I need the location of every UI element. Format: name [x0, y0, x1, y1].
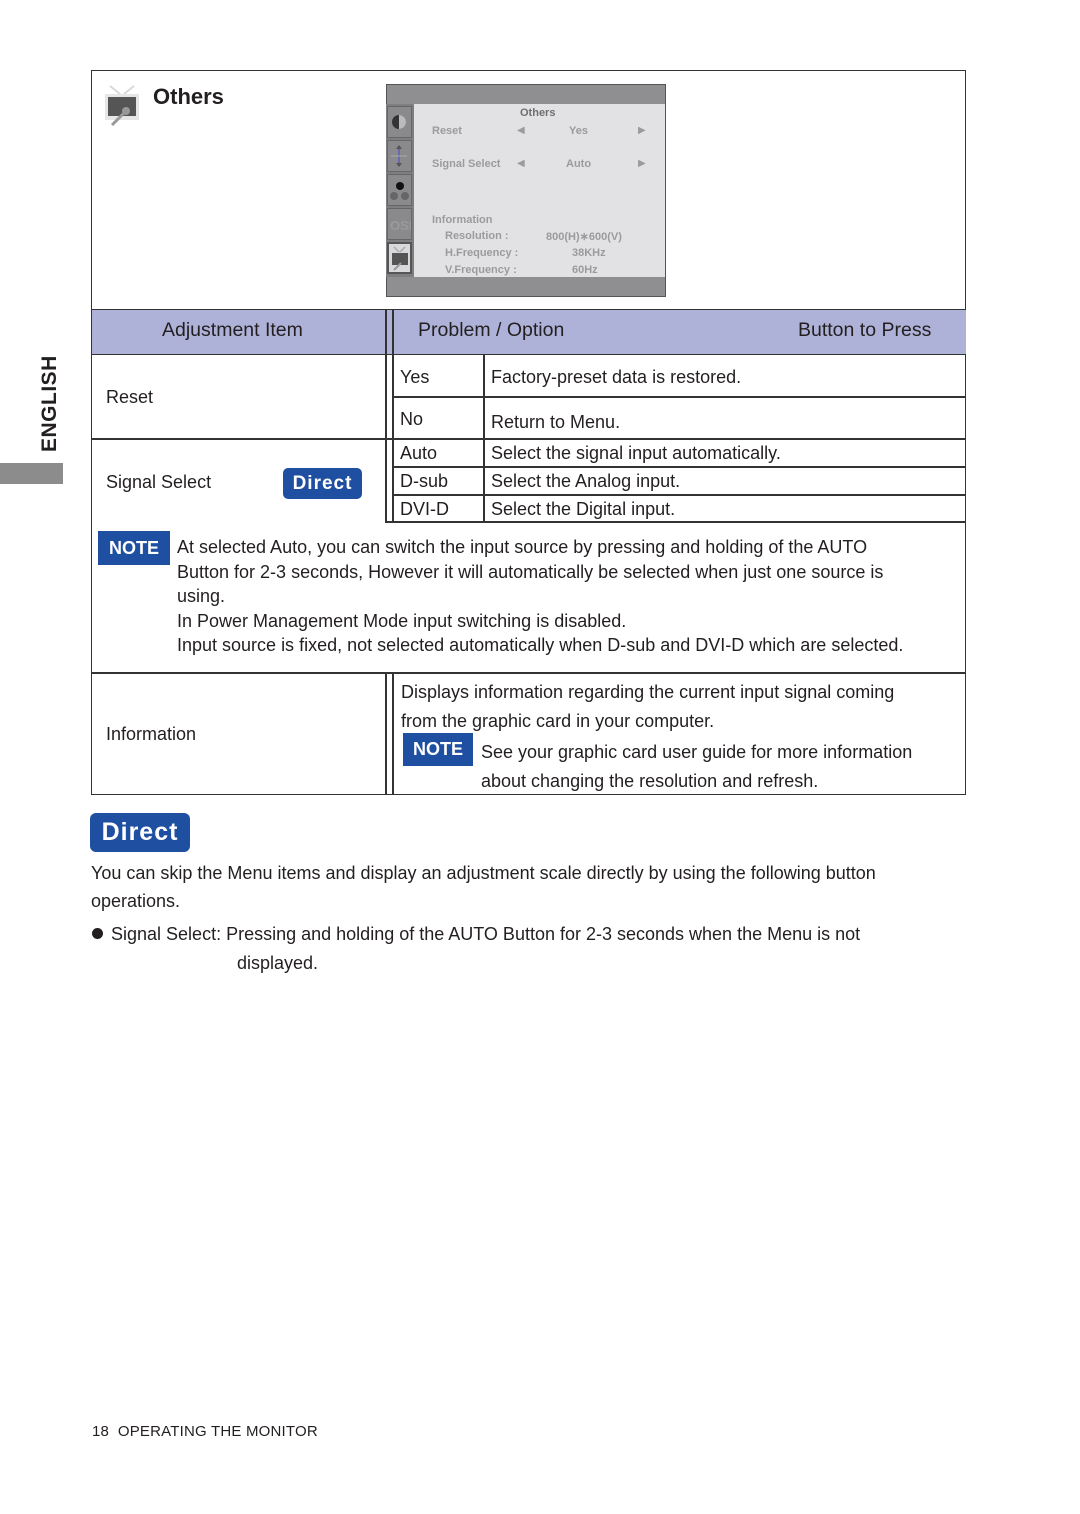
row-divider	[392, 494, 966, 496]
intro-line: operations.	[91, 891, 181, 911]
information-desc: Displays information regarding the curre…	[401, 678, 894, 735]
bullet-icon	[92, 928, 103, 939]
header-problem-option: Problem / Option	[418, 319, 565, 341]
desc-line: Displays information regarding the curre…	[401, 682, 895, 702]
note-line: Button for 2-3 seconds, However it will …	[177, 561, 884, 582]
row-divider	[92, 438, 966, 440]
osd-right-arrow-icon: ▶	[638, 158, 646, 169]
bullet-text: Pressing and holding of the AUTO Button …	[226, 924, 861, 944]
note-badge: NOTE	[98, 531, 170, 565]
column-divider	[392, 309, 394, 523]
language-tab-bar	[0, 463, 63, 484]
color-dots-icon	[387, 174, 412, 206]
osd-info-value: 800(H)∗600(V)	[546, 231, 622, 243]
page-number: 18	[92, 1423, 110, 1440]
direct-intro: You can skip the Menu items and display …	[91, 859, 876, 915]
option-no: No	[400, 409, 424, 429]
osd-panel: Others Reset ◀ Yes ▶ Signal Select ◀ Aut…	[414, 104, 665, 277]
item-reset: Reset	[106, 387, 154, 407]
note-line: Input source is fixed, not selected auto…	[177, 635, 904, 655]
column-divider	[392, 673, 394, 795]
intro-line: You can skip the Menu items and display …	[91, 863, 876, 883]
desc-line: from the graphic card in your computer.	[401, 710, 715, 731]
desc-dsub: Select the Analog input.	[491, 471, 681, 491]
option-dvid: DVI-D	[400, 499, 449, 519]
osd-right-arrow-icon: ▶	[638, 125, 646, 136]
note-line: At selected Auto, you can switch the inp…	[177, 537, 868, 557]
svg-text:OSD: OSD	[390, 218, 411, 233]
row-divider	[392, 466, 966, 468]
language-tab: ENGLISH	[38, 352, 68, 452]
note-line: using.	[177, 586, 226, 606]
osd-row-value: Yes	[569, 125, 588, 137]
item-information: Information	[106, 724, 197, 744]
note-line: See your graphic card user guide for mor…	[481, 742, 913, 762]
section-title: Others	[153, 84, 224, 109]
desc-no: Return to Menu.	[491, 412, 621, 432]
desc-yes: Factory-preset data is restored.	[491, 367, 742, 387]
osd-left-arrow-icon: ◀	[517, 125, 525, 136]
osd-row-value: Auto	[566, 158, 592, 170]
osd-row-label: Reset	[432, 125, 462, 137]
row-divider	[92, 672, 966, 674]
note-line: In Power Management Mode input switching…	[177, 610, 627, 631]
osd-icon: OSD	[387, 208, 418, 240]
signal-note-text: At selected Auto, you can switch the inp…	[177, 535, 903, 658]
header-button-to-press: Button to Press	[798, 319, 932, 341]
column-divider	[385, 673, 387, 795]
option-auto: Auto	[400, 443, 438, 463]
osd-info-label: H.Frequency :	[445, 247, 519, 259]
header-adjustment-item: Adjustment Item	[162, 319, 303, 341]
osd-info-label: V.Frequency :	[445, 264, 517, 276]
page-footer: 18 OPERATING THE MONITOR	[92, 1423, 318, 1440]
note-badge: NOTE	[403, 733, 473, 766]
direct-badge: Direct	[283, 468, 362, 499]
footer-title: OPERATING THE MONITOR	[117, 1423, 318, 1440]
osd-info-label: Resolution :	[445, 230, 509, 242]
direct-bullet: Signal Select: Pressing and holding of t…	[111, 922, 860, 947]
others-tab-icon	[387, 242, 412, 274]
osd-row-label: Signal Select	[432, 158, 501, 170]
direct-section-badge: Direct	[90, 813, 190, 852]
bullet-label: Signal Select:	[111, 924, 222, 944]
option-yes: Yes	[400, 367, 430, 387]
bullet-continuation: displayed.	[237, 953, 319, 973]
osd-info-value: 60Hz	[572, 264, 598, 276]
desc-dvid: Select the Digital input.	[491, 499, 676, 519]
row-divider	[385, 521, 966, 523]
osd-tab-column: OSD	[386, 104, 418, 277]
table-header: Adjustment Item Problem / Option Button …	[92, 309, 966, 355]
osd-info-title: Information	[432, 214, 493, 226]
others-tv-wrench-icon	[104, 84, 140, 127]
note-line: about changing the resolution and refres…	[481, 770, 819, 791]
row-divider	[392, 396, 966, 398]
osd-info-value: 38KHz	[572, 247, 606, 259]
information-note-text: See your graphic card user guide for mor…	[481, 738, 912, 795]
osd-title: Others	[520, 107, 556, 119]
desc-auto: Select the signal input automatically.	[491, 443, 781, 463]
column-divider	[385, 309, 387, 523]
item-signal-select: Signal Select	[106, 472, 212, 492]
option-dsub: D-sub	[400, 471, 449, 491]
position-arrows-icon	[387, 140, 412, 172]
osd-left-arrow-icon: ◀	[517, 158, 525, 169]
language-label: ENGLISH	[38, 355, 61, 452]
contrast-brightness-icon	[387, 106, 412, 138]
